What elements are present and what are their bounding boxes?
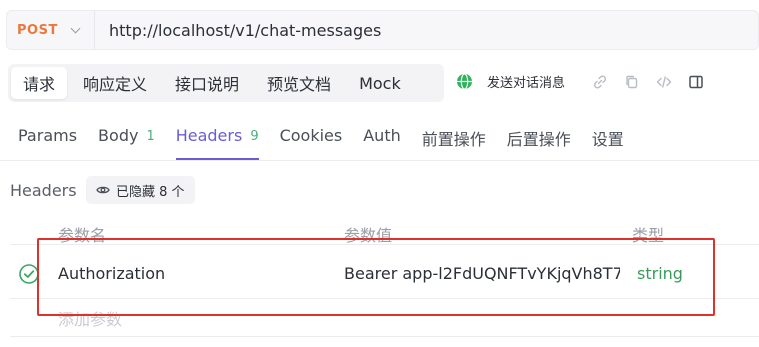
tab-body-count: 1 [146, 129, 155, 144]
hidden-headers-text: 已隐藏 8 个 [116, 184, 185, 200]
column-header-name: 参数名 [58, 226, 107, 245]
tab-params[interactable]: Params [18, 122, 77, 160]
tab-auth[interactable]: Auth [363, 122, 401, 160]
code-icon[interactable] [656, 74, 672, 90]
header-type-cell[interactable]: string [637, 264, 683, 283]
method-select[interactable]: POST [7, 11, 95, 49]
tab-cookies[interactable]: Cookies [280, 122, 343, 160]
row-divider [10, 298, 759, 299]
tab-params-label: Params [18, 126, 78, 145]
tab-post-processors-label: 后置操作 [506, 130, 571, 149]
tab-body[interactable]: Body 1 [98, 122, 155, 160]
column-header-value: 参数值 [344, 226, 393, 245]
link-icon[interactable] [592, 74, 608, 90]
header-name-cell[interactable]: Authorization [58, 264, 165, 283]
tab-divider [0, 160, 759, 161]
tab-post-processors[interactable]: 后置操作 [507, 122, 571, 160]
tab-response-definition[interactable]: 响应定义 [71, 67, 159, 99]
tab-settings[interactable]: 设置 [592, 122, 624, 160]
param-tab-bar: Params Body 1 Headers 9 Cookies Auth 前置操… [18, 122, 645, 162]
enabled-check-icon[interactable] [18, 263, 40, 285]
table-header-divider [10, 244, 759, 245]
method-label: POST [17, 22, 58, 38]
add-param-input[interactable]: 添加参数 [58, 306, 122, 330]
api-name[interactable]: 发送对话消息 [456, 72, 565, 91]
tab-headers-count: 9 [250, 129, 259, 144]
headers-section-label: Headers [10, 181, 77, 200]
tab-request[interactable]: 请求 [11, 67, 68, 99]
column-header-type: 类型 [632, 226, 665, 245]
tab-api-description[interactable]: 接口说明 [163, 67, 251, 99]
hidden-headers-toggle[interactable]: 已隐藏 8 个 [86, 176, 195, 204]
row-divider [10, 336, 759, 337]
tab-body-label: Body [98, 126, 139, 145]
tab-pre-processors-label: 前置操作 [421, 130, 486, 149]
tab-preview-docs[interactable]: 预览文档 [255, 67, 343, 99]
eye-icon [96, 183, 110, 197]
tab-settings-label: 设置 [591, 130, 624, 149]
panel-icon[interactable] [688, 74, 704, 90]
tab-headers-label: Headers [175, 126, 243, 145]
tab-mock[interactable]: Mock [347, 67, 413, 99]
header-value-cell[interactable]: Bearer app-l2FdUQNFTvYKjqVh8T7( [344, 264, 620, 283]
api-name-text: 发送对话消息 [487, 76, 566, 91]
copy-icon[interactable] [624, 74, 640, 90]
url-bar: POST http://localhost/v1/chat-messages [6, 10, 759, 50]
tab-headers[interactable]: Headers 9 [175, 122, 259, 160]
chevron-down-icon [70, 24, 82, 36]
url-input[interactable]: http://localhost/v1/chat-messages [95, 21, 381, 40]
request-tab-bar: 请求 响应定义 接口说明 预览文档 Mock [8, 64, 444, 102]
tab-auth-label: Auth [363, 126, 401, 145]
globe-icon [456, 73, 473, 90]
tab-pre-processors[interactable]: 前置操作 [422, 122, 486, 160]
toolbar-icons [592, 74, 704, 90]
tab-cookies-label: Cookies [279, 126, 343, 145]
